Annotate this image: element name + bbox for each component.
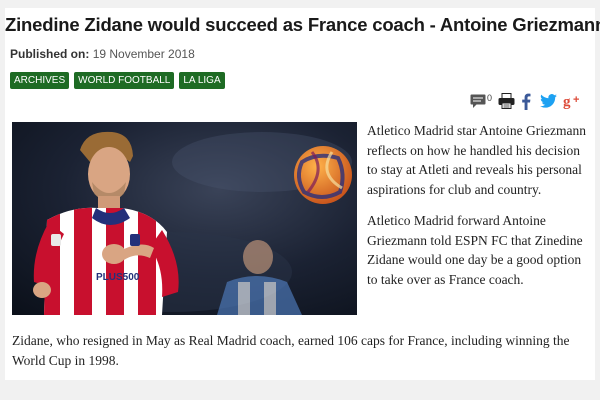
facebook-icon[interactable] [521,93,531,110]
article-photo: PLUS500 [12,122,357,315]
tag-la-liga[interactable]: LA LIGA [179,72,225,89]
club-crest-icon [130,234,140,246]
comment-count: 0 [487,93,493,103]
svg-text:g: g [563,94,571,109]
tag-archives[interactable]: ARCHIVES [10,72,70,89]
league-badge-icon [51,234,61,246]
article-side-text: Atletico Madrid star Antoine Griezmann r… [367,121,592,301]
share-bar: 0 g + [470,91,583,111]
article-paragraph-1: Atletico Madrid star Antoine Griezmann r… [367,123,586,197]
published-date: 19 November 2018 [92,47,195,61]
article-title: Zinedine Zidane would succeed as France … [5,14,600,35]
jersey-sponsor: PLUS500 [96,272,140,283]
svg-text:+: + [573,94,579,106]
comment-icon[interactable] [470,94,486,109]
print-icon[interactable] [498,93,515,109]
article-paragraph-3: Zidane, who resigned in May as Real Madr… [12,333,570,368]
tag-world-football[interactable]: WORLD FOOTBALL [74,72,175,89]
published-label: Published on: [10,47,90,61]
tag-list: ARCHIVES WORLD FOOTBALL LA LIGA [10,72,225,89]
article-paragraph-2: Atletico Madrid forward Antoine Griezman… [367,213,583,287]
twitter-icon[interactable] [540,94,557,108]
published-line: Published on: 19 November 2018 [10,47,195,61]
google-plus-icon[interactable]: g + [563,93,583,109]
football-icon [294,146,352,204]
